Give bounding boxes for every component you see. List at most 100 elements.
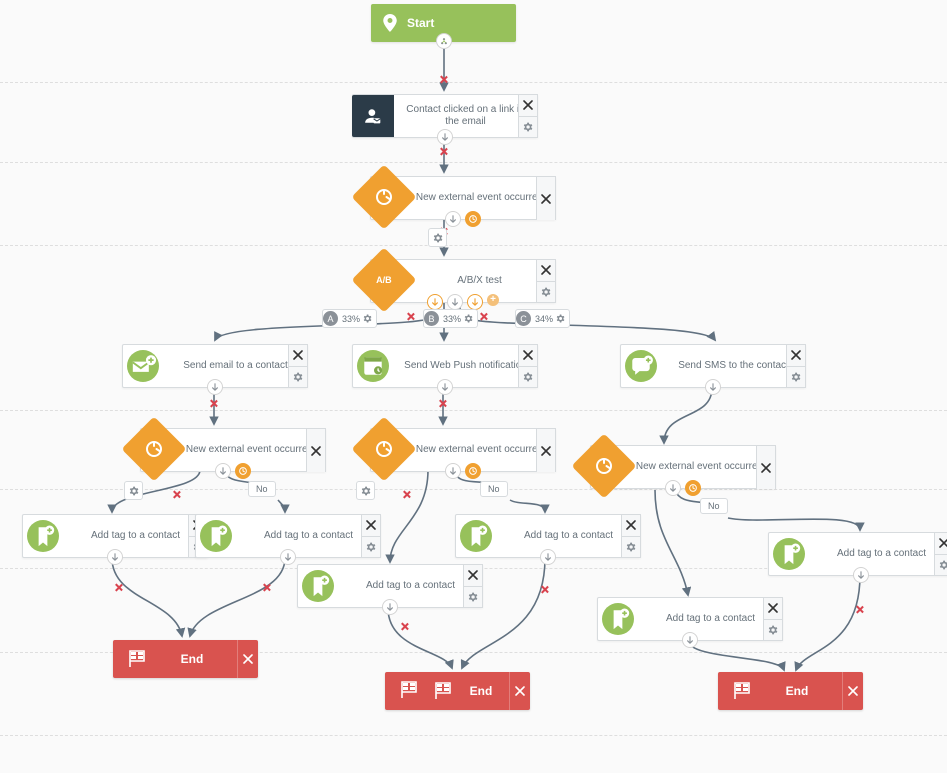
flag-icon	[127, 650, 147, 668]
end-label: End	[752, 684, 842, 698]
flag-icon	[433, 682, 453, 700]
step-send-email[interactable]: Send email to a contact	[122, 344, 308, 388]
close-button[interactable]	[518, 94, 538, 116]
delete-connector-icon[interactable]	[439, 75, 448, 84]
output-handle[interactable]	[540, 549, 556, 565]
output-handle[interactable]	[207, 379, 223, 395]
step-contact-clicked[interactable]: Contact clicked on a link in the email	[352, 94, 538, 138]
step-label: Add tag to a contact	[639, 609, 782, 629]
step-add-tag-3[interactable]: Add tag to a contact	[297, 564, 483, 608]
step-label: Add tag to a contact	[497, 526, 640, 546]
close-button[interactable]	[509, 672, 530, 710]
delete-connector-icon[interactable]	[402, 490, 411, 499]
split-badge-b[interactable]: B 33%	[423, 309, 478, 328]
close-button[interactable]	[463, 564, 483, 586]
delete-connector-icon[interactable]	[262, 583, 271, 592]
step-label: New external event occurred	[624, 457, 775, 477]
no-branch-label: No	[248, 481, 276, 497]
output-c[interactable]	[467, 294, 483, 310]
step-abx-test[interactable]: A/B A/B/X test +	[370, 259, 556, 303]
step-event-b[interactable]: New external event occurred	[370, 428, 556, 472]
step-event-c[interactable]: New external event occurred	[590, 445, 776, 489]
step-label: New external event occurred	[174, 440, 325, 460]
delete-connector-icon[interactable]	[540, 585, 549, 594]
branch-handle[interactable]	[436, 33, 452, 49]
output-handle[interactable]	[215, 463, 231, 479]
flag-icon	[732, 682, 752, 700]
step-add-tag-4[interactable]: Add tag to a contact	[455, 514, 641, 558]
step-label: New external event occurred	[404, 188, 555, 208]
timer-handle[interactable]	[235, 463, 251, 479]
delete-connector-icon[interactable]	[855, 605, 864, 614]
output-handle[interactable]	[437, 129, 453, 145]
close-button[interactable]	[786, 344, 806, 366]
step-send-sms[interactable]: Send SMS to the contact	[620, 344, 806, 388]
step-add-tag-1[interactable]: Add tag to a contact	[22, 514, 208, 558]
no-branch-label: No	[480, 481, 508, 497]
end-node-c[interactable]: End	[718, 672, 863, 710]
step-event-a[interactable]: New external event occurred	[140, 428, 326, 472]
delete-connector-icon[interactable]	[172, 490, 181, 499]
output-handle[interactable]	[382, 599, 398, 615]
step-add-tag-5[interactable]: Add tag to a contact	[597, 597, 783, 641]
delete-connector-icon[interactable]	[114, 583, 123, 592]
settings-button[interactable]	[428, 228, 447, 247]
output-handle[interactable]	[437, 379, 453, 395]
close-button[interactable]	[934, 532, 947, 554]
close-button[interactable]	[536, 259, 556, 281]
step-add-tag-6[interactable]: Add tag to a contact	[768, 532, 947, 576]
add-branch-button[interactable]: +	[487, 294, 499, 306]
settings-button[interactable]	[356, 481, 375, 500]
delete-connector-icon[interactable]	[209, 399, 218, 408]
delete-connector-icon[interactable]	[406, 312, 415, 321]
close-button[interactable]	[842, 672, 863, 710]
output-handle[interactable]	[665, 480, 681, 496]
start-node[interactable]: Start	[371, 4, 516, 42]
output-b[interactable]	[447, 294, 463, 310]
delete-connector-icon[interactable]	[400, 622, 409, 631]
end-node-b[interactable]: End	[385, 672, 530, 710]
step-label: Add tag to a contact	[339, 576, 482, 596]
output-handle[interactable]	[280, 549, 296, 565]
flag-icon	[399, 681, 419, 699]
step-label: Add tag to a contact	[237, 526, 380, 546]
end-label: End	[453, 684, 509, 698]
flow-canvas[interactable]: Start Contact clicked on a link in the e…	[0, 0, 947, 773]
step-label: Send SMS to the contact	[662, 356, 805, 376]
close-button[interactable]	[237, 640, 258, 678]
split-badge-c[interactable]: C 34%	[515, 309, 570, 328]
close-button[interactable]	[621, 514, 641, 536]
delete-connector-icon[interactable]	[438, 399, 447, 408]
no-branch-label: No	[700, 498, 728, 514]
step-send-push[interactable]: Send Web Push notification	[352, 344, 538, 388]
step-add-tag-2[interactable]: Add tag to a contact	[195, 514, 381, 558]
step-new-event-1[interactable]: New external event occurred	[370, 176, 556, 220]
start-label: Start	[407, 16, 434, 30]
output-a[interactable]	[427, 294, 443, 310]
split-badge-a[interactable]: A 33%	[322, 309, 377, 328]
timer-handle[interactable]	[465, 211, 481, 227]
step-label: Send Web Push notification	[394, 356, 537, 376]
output-handle[interactable]	[107, 549, 123, 565]
timer-handle[interactable]	[465, 463, 481, 479]
step-label: A/B/X test	[404, 271, 555, 291]
close-button[interactable]	[361, 514, 381, 536]
settings-button[interactable]	[124, 481, 143, 500]
timer-handle[interactable]	[685, 480, 701, 496]
output-handle[interactable]	[682, 632, 698, 648]
output-handle[interactable]	[705, 379, 721, 395]
step-label: Add tag to a contact	[64, 526, 207, 546]
delete-connector-icon[interactable]	[439, 147, 448, 156]
end-node-a[interactable]: End	[113, 640, 258, 678]
end-label: End	[147, 652, 237, 666]
pin-icon	[383, 14, 397, 32]
output-handle[interactable]	[445, 211, 461, 227]
step-label: Send email to a contact	[164, 356, 307, 376]
output-handle[interactable]	[853, 567, 869, 583]
step-label: New external event occurred	[404, 440, 555, 460]
output-handle[interactable]	[445, 463, 461, 479]
close-button[interactable]	[763, 597, 783, 619]
close-button[interactable]	[288, 344, 308, 366]
delete-connector-icon[interactable]	[479, 312, 488, 321]
close-button[interactable]	[518, 344, 538, 366]
